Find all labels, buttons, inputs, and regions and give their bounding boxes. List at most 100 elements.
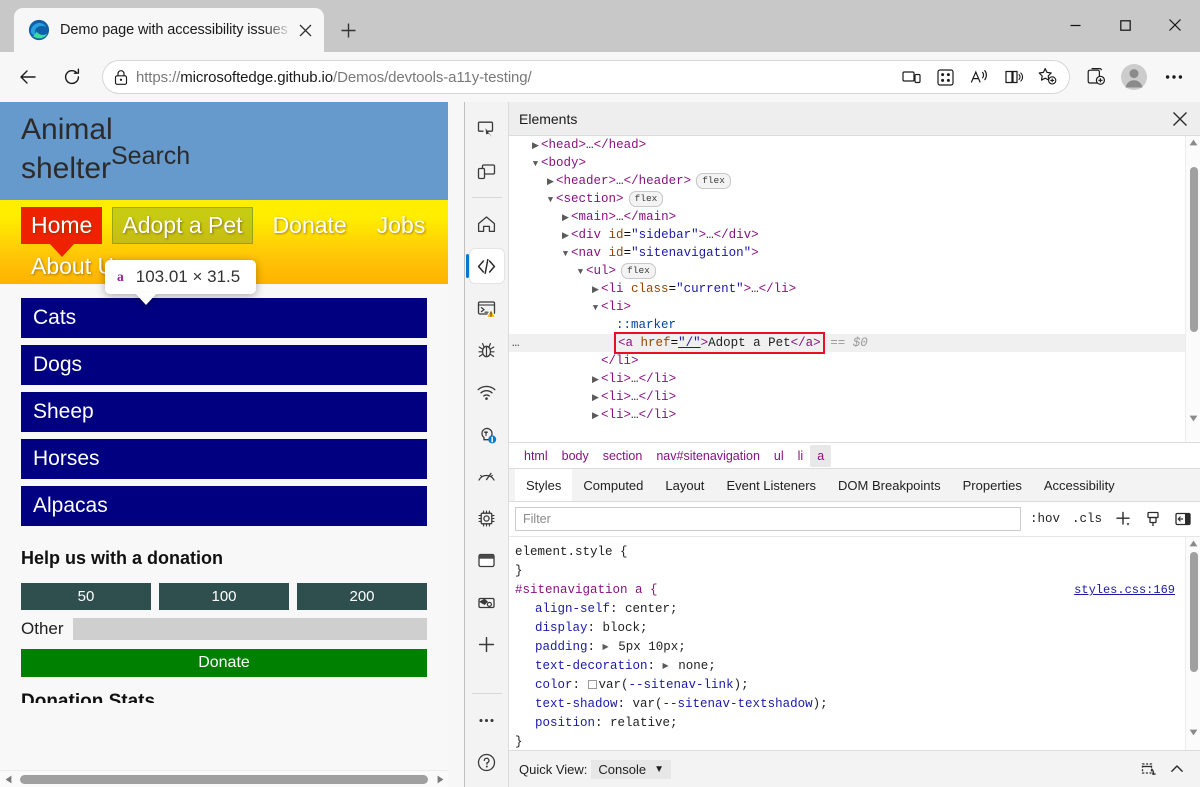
dom-tree-line[interactable]: <div id="sidebar">…</div> <box>509 226 1200 244</box>
collections-icon[interactable] <box>1078 59 1114 95</box>
dom-tree-line[interactable]: <head>…</head> <box>509 136 1200 154</box>
css-variable-name[interactable]: --sitenav-link <box>629 678 734 692</box>
dom-tree-line[interactable]: <li>…</li> <box>509 388 1200 406</box>
split-screen-icon[interactable] <box>894 61 928 93</box>
style-declaration[interactable]: align-self: center; <box>515 600 1200 619</box>
styles-filter-input[interactable]: Filter <box>515 507 1021 531</box>
breadcrumb-item-html[interactable]: html <box>517 445 555 467</box>
dom-expand-toggle-icon[interactable] <box>575 263 586 281</box>
close-window-button[interactable] <box>1150 0 1200 50</box>
dom-expand-toggle-icon[interactable] <box>530 137 541 155</box>
page-hscroll-thumb[interactable] <box>20 775 428 784</box>
animal-category-sheep[interactable]: Sheep <box>21 392 427 432</box>
site-security-lock-icon[interactable] <box>106 69 136 86</box>
hov-toggle-button[interactable]: :hov <box>1027 507 1063 531</box>
animal-category-alpacas[interactable]: Alpacas <box>21 486 427 526</box>
dom-tree-line[interactable]: <li>…</li> <box>509 406 1200 414</box>
breadcrumb-item-nav-sitenavigation[interactable]: nav#sitenavigation <box>649 445 767 467</box>
dom-tree-line[interactable]: <body> <box>509 154 1200 172</box>
breadcrumb-item-a[interactable]: a <box>810 445 831 467</box>
dom-tree-line[interactable]: <main>…</main> <box>509 208 1200 226</box>
style-declaration[interactable]: position: relative; <box>515 714 1200 733</box>
scroll-left-arrow-icon[interactable] <box>0 775 16 784</box>
new-tab-button[interactable] <box>332 14 364 46</box>
nav-link-donate[interactable]: Donate <box>263 207 357 244</box>
console-warning-icon[interactable] <box>470 291 504 325</box>
tab-accessibility[interactable]: Accessibility <box>1033 469 1126 501</box>
close-tab-icon[interactable] <box>292 17 318 43</box>
donate-submit-button[interactable]: Donate <box>21 649 427 677</box>
dom-scroll-up-arrow-icon[interactable] <box>1186 136 1200 149</box>
network-wifi-icon[interactable] <box>470 375 504 409</box>
read-aloud-icon[interactable] <box>962 61 996 93</box>
animal-category-cats[interactable]: Cats <box>21 298 427 338</box>
dock-side-icon[interactable] <box>1135 756 1163 782</box>
element-state-icon[interactable] <box>1141 507 1165 531</box>
nav-link-home[interactable]: Home <box>21 207 102 244</box>
style-declaration[interactable]: display: block; <box>515 619 1200 638</box>
animal-category-horses[interactable]: Horses <box>21 439 427 479</box>
styles-scrollbar[interactable] <box>1185 537 1200 750</box>
dom-expand-toggle-icon[interactable] <box>590 281 601 299</box>
immersive-reader-icon[interactable] <box>996 61 1030 93</box>
dom-tree-line[interactable]: ::marker <box>509 316 1200 334</box>
dom-expand-toggle-icon[interactable] <box>590 389 601 407</box>
dom-breadcrumb[interactable]: htmlbodysectionnav#sitenavigationullia <box>509 442 1200 469</box>
dom-tree-line[interactable]: <section>flex <box>509 190 1200 208</box>
page-horizontal-scrollbar[interactable] <box>0 770 448 787</box>
animal-category-dogs[interactable]: Dogs <box>21 345 427 385</box>
dom-tree-line[interactable]: <header>…</header>flex <box>509 172 1200 190</box>
more-options-ellipsis-icon[interactable] <box>470 703 504 737</box>
dom-expand-toggle-icon[interactable] <box>530 155 541 173</box>
breadcrumb-item-li[interactable]: li <box>791 445 811 467</box>
inspect-element-icon[interactable] <box>470 112 504 146</box>
detached-elements-icon[interactable] <box>470 585 504 619</box>
color-swatch[interactable] <box>588 680 597 689</box>
dom-expand-toggle-icon[interactable] <box>545 173 556 191</box>
breadcrumb-item-section[interactable]: section <box>596 445 650 467</box>
styles-scroll-down-arrow-icon[interactable] <box>1186 726 1200 739</box>
css-variable-name[interactable]: --sitenav-textshadow <box>663 697 813 711</box>
dom-expand-toggle-icon[interactable] <box>560 209 571 227</box>
refresh-button[interactable] <box>54 59 90 95</box>
dom-tree-line[interactable]: …<a href="/">Adopt a Pet</a> == $0 <box>509 334 1200 352</box>
dom-tree-line[interactable]: <li> <box>509 298 1200 316</box>
maximize-button[interactable] <box>1100 0 1150 50</box>
devtools-close-icon[interactable] <box>1167 106 1193 132</box>
styles-scroll-up-arrow-icon[interactable] <box>1186 537 1200 550</box>
dom-tree-line[interactable]: <li>…</li> <box>509 370 1200 388</box>
tab-properties[interactable]: Properties <box>952 469 1033 501</box>
style-rule-source-link[interactable]: styles.css:169 <box>1074 581 1175 600</box>
performance-gauge-icon[interactable] <box>470 459 504 493</box>
issues-lightbulb-icon[interactable] <box>470 417 504 451</box>
dom-expand-toggle-icon[interactable] <box>590 407 601 425</box>
dom-tree-line[interactable]: <li class="current">…</li> <box>509 280 1200 298</box>
more-tools-plus-icon[interactable] <box>470 627 504 661</box>
quick-view-select[interactable]: Console ▼ <box>591 760 671 779</box>
settings-more-icon[interactable] <box>1154 59 1194 95</box>
dom-expand-toggle-icon[interactable] <box>560 245 571 263</box>
style-declaration[interactable]: color: var(--sitenav-link); <box>515 676 1200 695</box>
expand-shorthand-icon[interactable]: ▶ <box>663 657 669 676</box>
tab-layout[interactable]: Layout <box>654 469 715 501</box>
profile-avatar-icon[interactable] <box>1114 59 1154 95</box>
collections-grid-icon[interactable] <box>928 61 962 93</box>
breadcrumb-item-ul[interactable]: ul <box>767 445 791 467</box>
expand-shorthand-icon[interactable]: ▶ <box>603 638 609 657</box>
add-favorite-icon[interactable] <box>1030 61 1064 93</box>
donation-amount-100[interactable]: 100 <box>159 583 289 610</box>
cls-toggle-button[interactable]: .cls <box>1069 507 1105 531</box>
address-bar[interactable]: https://microsoftedge.github.io/Demos/de… <box>102 60 1070 94</box>
style-declaration[interactable]: text-shadow: var(--sitenav-textshadow); <box>515 695 1200 714</box>
memory-chip-icon[interactable] <box>470 501 504 535</box>
minimize-button[interactable] <box>1050 0 1100 50</box>
dom-expand-toggle-icon[interactable] <box>590 371 601 389</box>
tab-computed[interactable]: Computed <box>572 469 654 501</box>
styles-panel-tabs[interactable]: StylesComputedLayoutEvent ListenersDOM B… <box>509 469 1200 502</box>
toggle-sidebar-icon[interactable] <box>1171 507 1195 531</box>
chevron-up-icon[interactable] <box>1163 756 1191 782</box>
dom-tree[interactable]: <head>…</head><body><header>…</header>fl… <box>509 136 1200 442</box>
new-style-rule-icon[interactable] <box>1111 507 1135 531</box>
dom-scroll-down-arrow-icon[interactable] <box>1186 412 1200 425</box>
dom-tree-line[interactable]: <nav id="sitenavigation"> <box>509 244 1200 262</box>
